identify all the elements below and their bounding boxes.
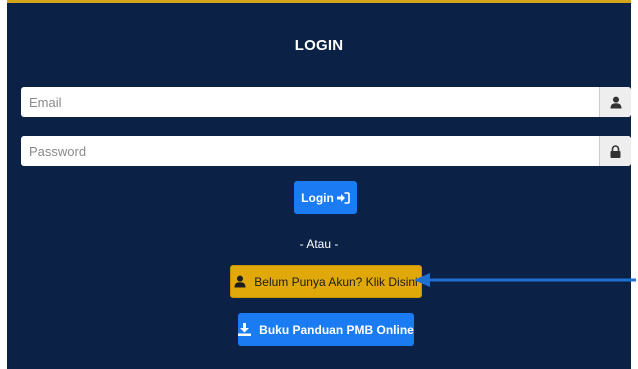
- login-title: LOGIN: [294, 37, 344, 54]
- user-icon: [234, 275, 246, 288]
- guide-button-label: Buku Panduan PMB Online: [259, 322, 414, 337]
- password-addon: [599, 136, 631, 166]
- guide-download-button[interactable]: Buku Panduan PMB Online: [238, 313, 414, 346]
- password-field-group: [21, 136, 631, 166]
- user-icon: [610, 96, 621, 108]
- login-panel: LOGIN Login - Atau -: [7, 0, 631, 369]
- login-button-label: Login: [301, 190, 334, 205]
- register-button-label: Belum Punya Akun? Klik Disini: [254, 274, 418, 289]
- annotation-arrow: [414, 273, 636, 287]
- sign-in-icon: [336, 191, 350, 204]
- register-button[interactable]: Belum Punya Akun? Klik Disini: [230, 265, 422, 298]
- password-input[interactable]: [21, 136, 599, 166]
- download-icon: [238, 323, 252, 336]
- email-addon: [599, 87, 631, 117]
- lock-icon: [610, 144, 621, 158]
- separator-text: - Atau -: [299, 237, 339, 251]
- email-field-group: [21, 87, 631, 117]
- email-input[interactable]: [21, 87, 599, 117]
- login-button[interactable]: Login: [294, 181, 357, 214]
